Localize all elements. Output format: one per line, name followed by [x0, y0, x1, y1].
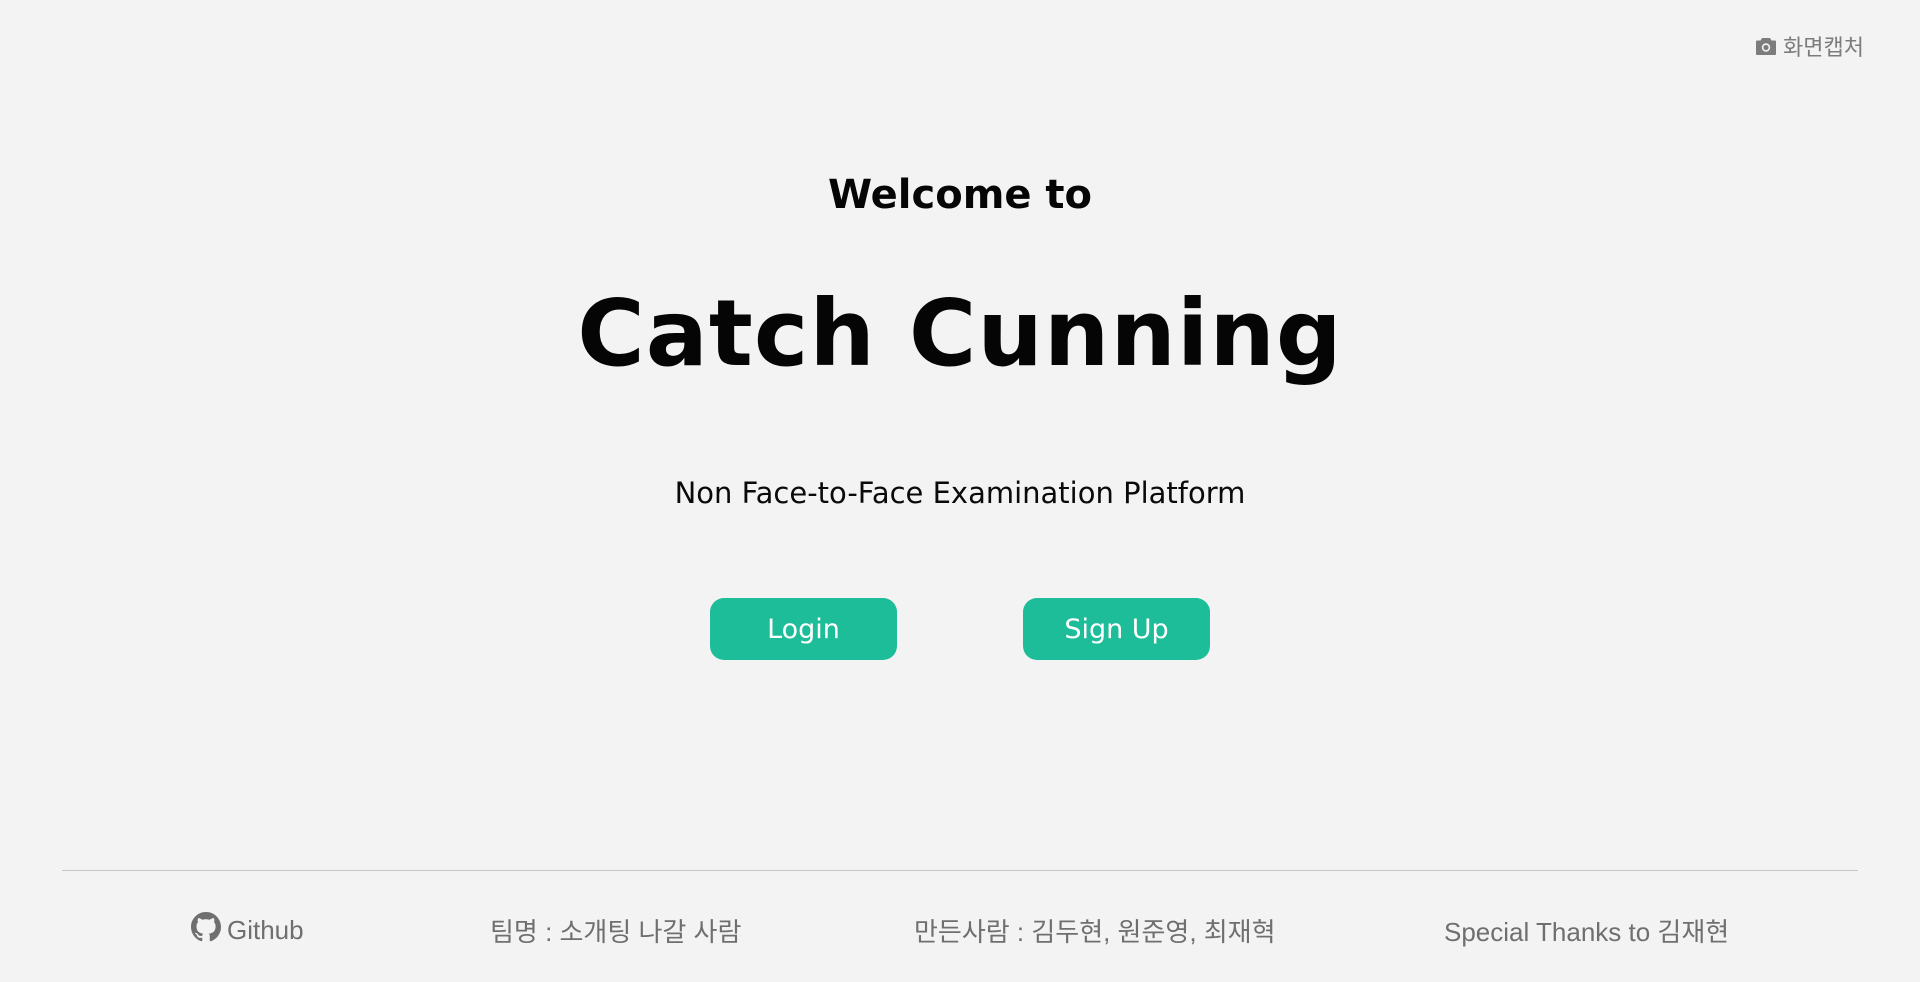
footer-divider: [62, 870, 1858, 871]
auth-buttons: Login Sign Up: [0, 598, 1920, 660]
team-name: 팀명 : 소개팅 나갈 사람: [490, 917, 742, 947]
makers-credit: 만든사람 : 김두현, 원준영, 최재혁: [914, 917, 1276, 947]
login-button[interactable]: Login: [710, 598, 897, 660]
screen-capture-label: 화면캡처: [1783, 35, 1864, 60]
github-label: Github: [227, 915, 304, 945]
footer: Github 팀명 : 소개팅 나갈 사람 만든사람 : 김두현, 원준영, 최…: [0, 912, 1920, 948]
github-icon: [191, 912, 221, 949]
github-link[interactable]: Github: [191, 912, 304, 949]
special-thanks: Special Thanks to 김재현: [1444, 917, 1730, 947]
screen-capture-button[interactable]: 화면캡처: [1755, 30, 1864, 62]
welcome-heading: Welcome to: [827, 172, 1093, 218]
app-title: Catch Cunning: [577, 280, 1343, 387]
camera-icon: [1755, 36, 1777, 56]
signup-button[interactable]: Sign Up: [1023, 598, 1210, 660]
app-subtitle: Non Face-to-Face Examination Platform: [674, 476, 1246, 510]
